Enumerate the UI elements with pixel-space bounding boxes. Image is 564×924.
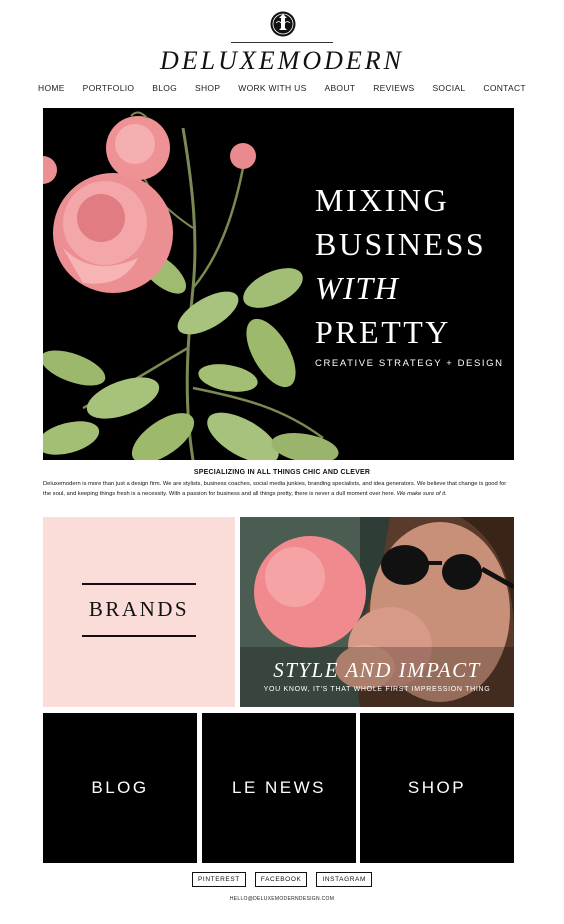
intro-heading: SPECIALIZING IN ALL THINGS CHIC AND CLEV… [193, 469, 371, 476]
instagram-button[interactable]: INSTAGRAM [316, 872, 372, 887]
hero-line-with: WITH [315, 270, 400, 306]
facebook-button[interactable]: FACEBOOK [254, 872, 308, 887]
main-nav: HOME PORTFOLIO BLOG SHOP WORK WITH US AB… [38, 82, 526, 94]
brands-bottom-rule [82, 635, 196, 637]
hero-line-business: BUSINESS [315, 226, 487, 262]
nav-social[interactable]: SOCIAL [432, 83, 465, 93]
hero-tagline: CREATIVE STRATEGY + DESIGN [315, 358, 504, 369]
hero-banner[interactable]: MIXING BUSINESS WITH PRETTY CREATIVE STR… [43, 108, 514, 460]
style-impact-tile[interactable]: STYLE AND IMPACT YOU KNOW, IT'S THAT WHO… [240, 517, 514, 707]
brands-top-rule [82, 583, 196, 585]
nav-portfolio[interactable]: PORTFOLIO [83, 83, 135, 93]
pink-roses-illustration [43, 111, 339, 460]
shop-tile[interactable]: SHOP [360, 713, 514, 863]
brands-label: BRANDS [88, 597, 190, 621]
hero-line-pretty: PRETTY [315, 314, 451, 350]
logo-divider [231, 42, 333, 43]
style-impact-subtitle: YOU KNOW, IT'S THAT WHOLE FIRST IMPRESSI… [263, 686, 491, 693]
nav-home[interactable]: HOME [38, 83, 65, 93]
crest-icon[interactable] [270, 10, 296, 38]
nav-reviews[interactable]: REVIEWS [373, 83, 414, 93]
nav-blog[interactable]: BLOG [152, 83, 177, 93]
intro-body-emphasis: We make sure of it. [396, 490, 447, 497]
social-links: PINTEREST FACEBOOK INSTAGRAM [0, 872, 564, 887]
le-news-tile[interactable]: LE NEWS [202, 713, 356, 863]
brand-title[interactable]: DELUXEMODERN [0, 46, 564, 76]
shop-tile-label: SHOP [407, 778, 467, 797]
blog-tile[interactable]: BLOG [43, 713, 197, 863]
le-news-tile-label: LE NEWS [231, 778, 327, 797]
style-impact-title: STYLE AND IMPACT [273, 658, 481, 682]
nav-about[interactable]: ABOUT [324, 83, 355, 93]
brands-tile[interactable]: BRANDS [43, 517, 235, 707]
intro-paragraph: Deluxemodern is more than just a design … [43, 480, 515, 499]
blog-tile-label: BLOG [91, 778, 149, 797]
nav-shop[interactable]: SHOP [195, 83, 220, 93]
pinterest-button[interactable]: PINTEREST [191, 872, 246, 887]
nav-contact[interactable]: CONTACT [483, 83, 526, 93]
contact-email-link[interactable]: HELLO@DELUXEMODERNDESIGN.COM [0, 896, 564, 902]
hero-line-mixing: MIXING [315, 182, 450, 218]
nav-work-with-us[interactable]: WORK WITH US [238, 83, 306, 93]
hero-headline: MIXING BUSINESS WITH PRETTY CREATIVE STR… [315, 178, 510, 369]
